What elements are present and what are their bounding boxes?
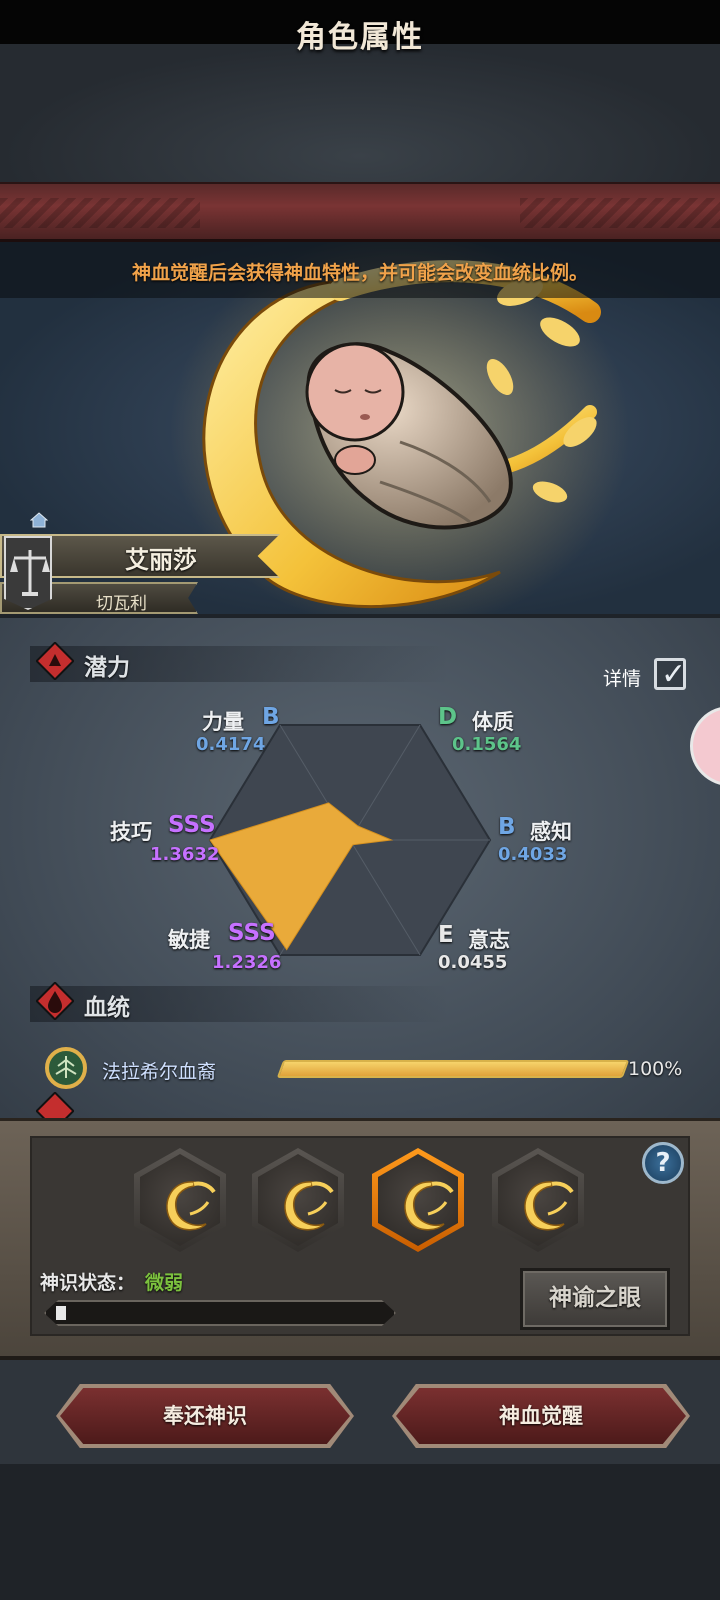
lineage-crest-icon xyxy=(45,1047,87,1089)
divine-blood-awaken-button[interactable]: 神血觉醒 xyxy=(396,1388,686,1444)
stat-value-constitution: 0.1564 xyxy=(452,734,522,755)
oracle-eye-button[interactable]: 神谕之眼 xyxy=(520,1268,670,1330)
header-banner xyxy=(0,182,720,242)
god-sense-status-label: 神识状态： xyxy=(40,1272,136,1294)
stat-value-strength: 0.4174 xyxy=(196,734,266,755)
moon-tree-emblem-icon xyxy=(404,1181,454,1231)
stat-value-agility: 1.2326 xyxy=(212,952,282,973)
stat-value-will: 0.0455 xyxy=(438,952,508,973)
potential-icon xyxy=(36,642,74,680)
lineage-percent: 100% xyxy=(628,1058,683,1080)
page-title: 角色属性 xyxy=(296,20,424,55)
stat-grade-strength: B xyxy=(262,704,280,730)
house-icon xyxy=(30,512,48,528)
details-checkbox[interactable]: ✓ xyxy=(654,657,687,692)
stat-grade-constitution: D xyxy=(438,704,458,730)
character-name: 艾丽莎 xyxy=(125,546,197,574)
moon-tree-emblem-icon xyxy=(284,1181,334,1231)
stat-label-will: 意志 xyxy=(468,928,510,952)
moon-tree-emblem-icon xyxy=(166,1181,216,1231)
potential-title: 潜力 xyxy=(84,655,130,681)
stat-label-strength: 力量 xyxy=(202,710,244,734)
stat-value-perception: 0.4033 xyxy=(498,844,568,865)
stat-grade-technique: SSS xyxy=(168,812,216,838)
scales-crest-icon xyxy=(4,536,52,610)
lineage-progress-bar xyxy=(276,1060,630,1078)
help-button[interactable]: ? xyxy=(642,1142,684,1184)
return-god-sense-button[interactable]: 奉还神识 xyxy=(60,1388,350,1444)
lineage-progress-fill xyxy=(279,1062,627,1076)
stat-label-constitution: 体质 xyxy=(472,710,514,734)
lineage-title: 血统 xyxy=(84,995,130,1021)
lineage-name: 法拉希尔血裔 xyxy=(102,1061,217,1083)
stat-label-perception: 感知 xyxy=(530,820,572,844)
blood-drop-icon xyxy=(36,982,74,1020)
bottom-backdrop xyxy=(0,1464,720,1600)
stat-grade-perception: B xyxy=(498,814,516,840)
god-sense-progress-fill xyxy=(56,1306,66,1320)
details-label: 详情 xyxy=(603,668,642,690)
awakening-notice: 神血觉醒后会获得神血特性，并可能会改变血统比例。 xyxy=(131,262,588,284)
stat-grade-will: E xyxy=(438,922,454,948)
backdrop xyxy=(0,44,720,184)
stat-grade-agility: SSS xyxy=(228,920,276,946)
stat-value-technique: 1.3632 xyxy=(150,844,220,865)
moon-tree-emblem-icon xyxy=(524,1181,574,1231)
god-sense-status-value: 微弱 xyxy=(145,1272,184,1294)
stat-label-agility: 敏捷 xyxy=(168,928,210,952)
stat-label-technique: 技巧 xyxy=(110,820,152,844)
check-icon: ✓ xyxy=(661,657,687,692)
character-subtitle: 切瓦利 xyxy=(96,594,147,614)
god-sense-progress-bar xyxy=(44,1300,396,1326)
